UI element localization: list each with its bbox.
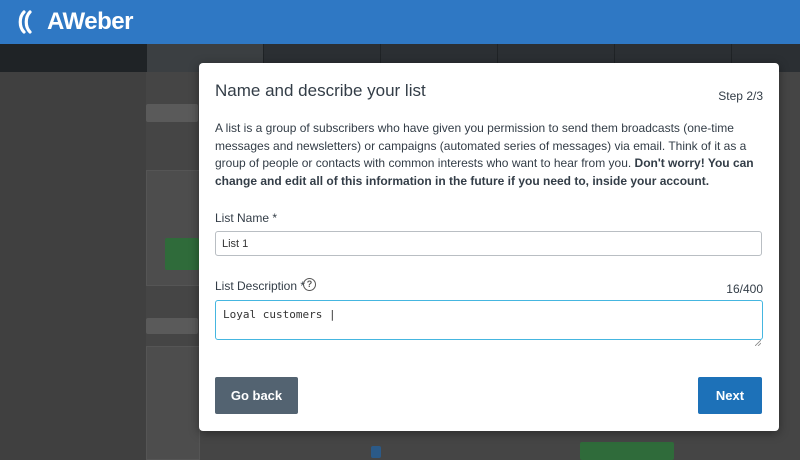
create-list-modal: Name and describe your list Step 2/3 A l… <box>199 63 779 431</box>
list-name-input[interactable] <box>215 231 762 256</box>
background-card <box>146 346 200 460</box>
background-heading <box>146 318 198 334</box>
logo-text: AWeber <box>47 8 133 35</box>
modal-description: A list is a group of subscribers who hav… <box>215 120 763 190</box>
resize-grip-icon[interactable] <box>754 333 762 347</box>
go-back-button[interactable]: Go back <box>215 377 298 414</box>
modal-title: Name and describe your list <box>215 81 426 100</box>
background-green-button <box>580 442 674 460</box>
character-counter: 16/400 <box>726 282 763 296</box>
aweber-logo[interactable]: AWeber <box>18 8 133 36</box>
list-name-label: List Name * <box>215 211 278 225</box>
background-blue-badge <box>371 446 381 458</box>
list-description-label: List Description * <box>215 279 306 293</box>
list-description-textarea[interactable]: Loyal customers | <box>215 300 763 340</box>
next-button[interactable]: Next <box>698 377 762 414</box>
question-circle-icon[interactable]: ? <box>303 278 316 291</box>
background-heading <box>146 104 198 122</box>
aweber-logo-icon <box>18 9 44 35</box>
background-green-button <box>165 238 199 270</box>
top-header: AWeber <box>0 0 800 44</box>
background-sidebar <box>0 72 146 460</box>
step-indicator: Step 2/3 <box>718 89 763 103</box>
